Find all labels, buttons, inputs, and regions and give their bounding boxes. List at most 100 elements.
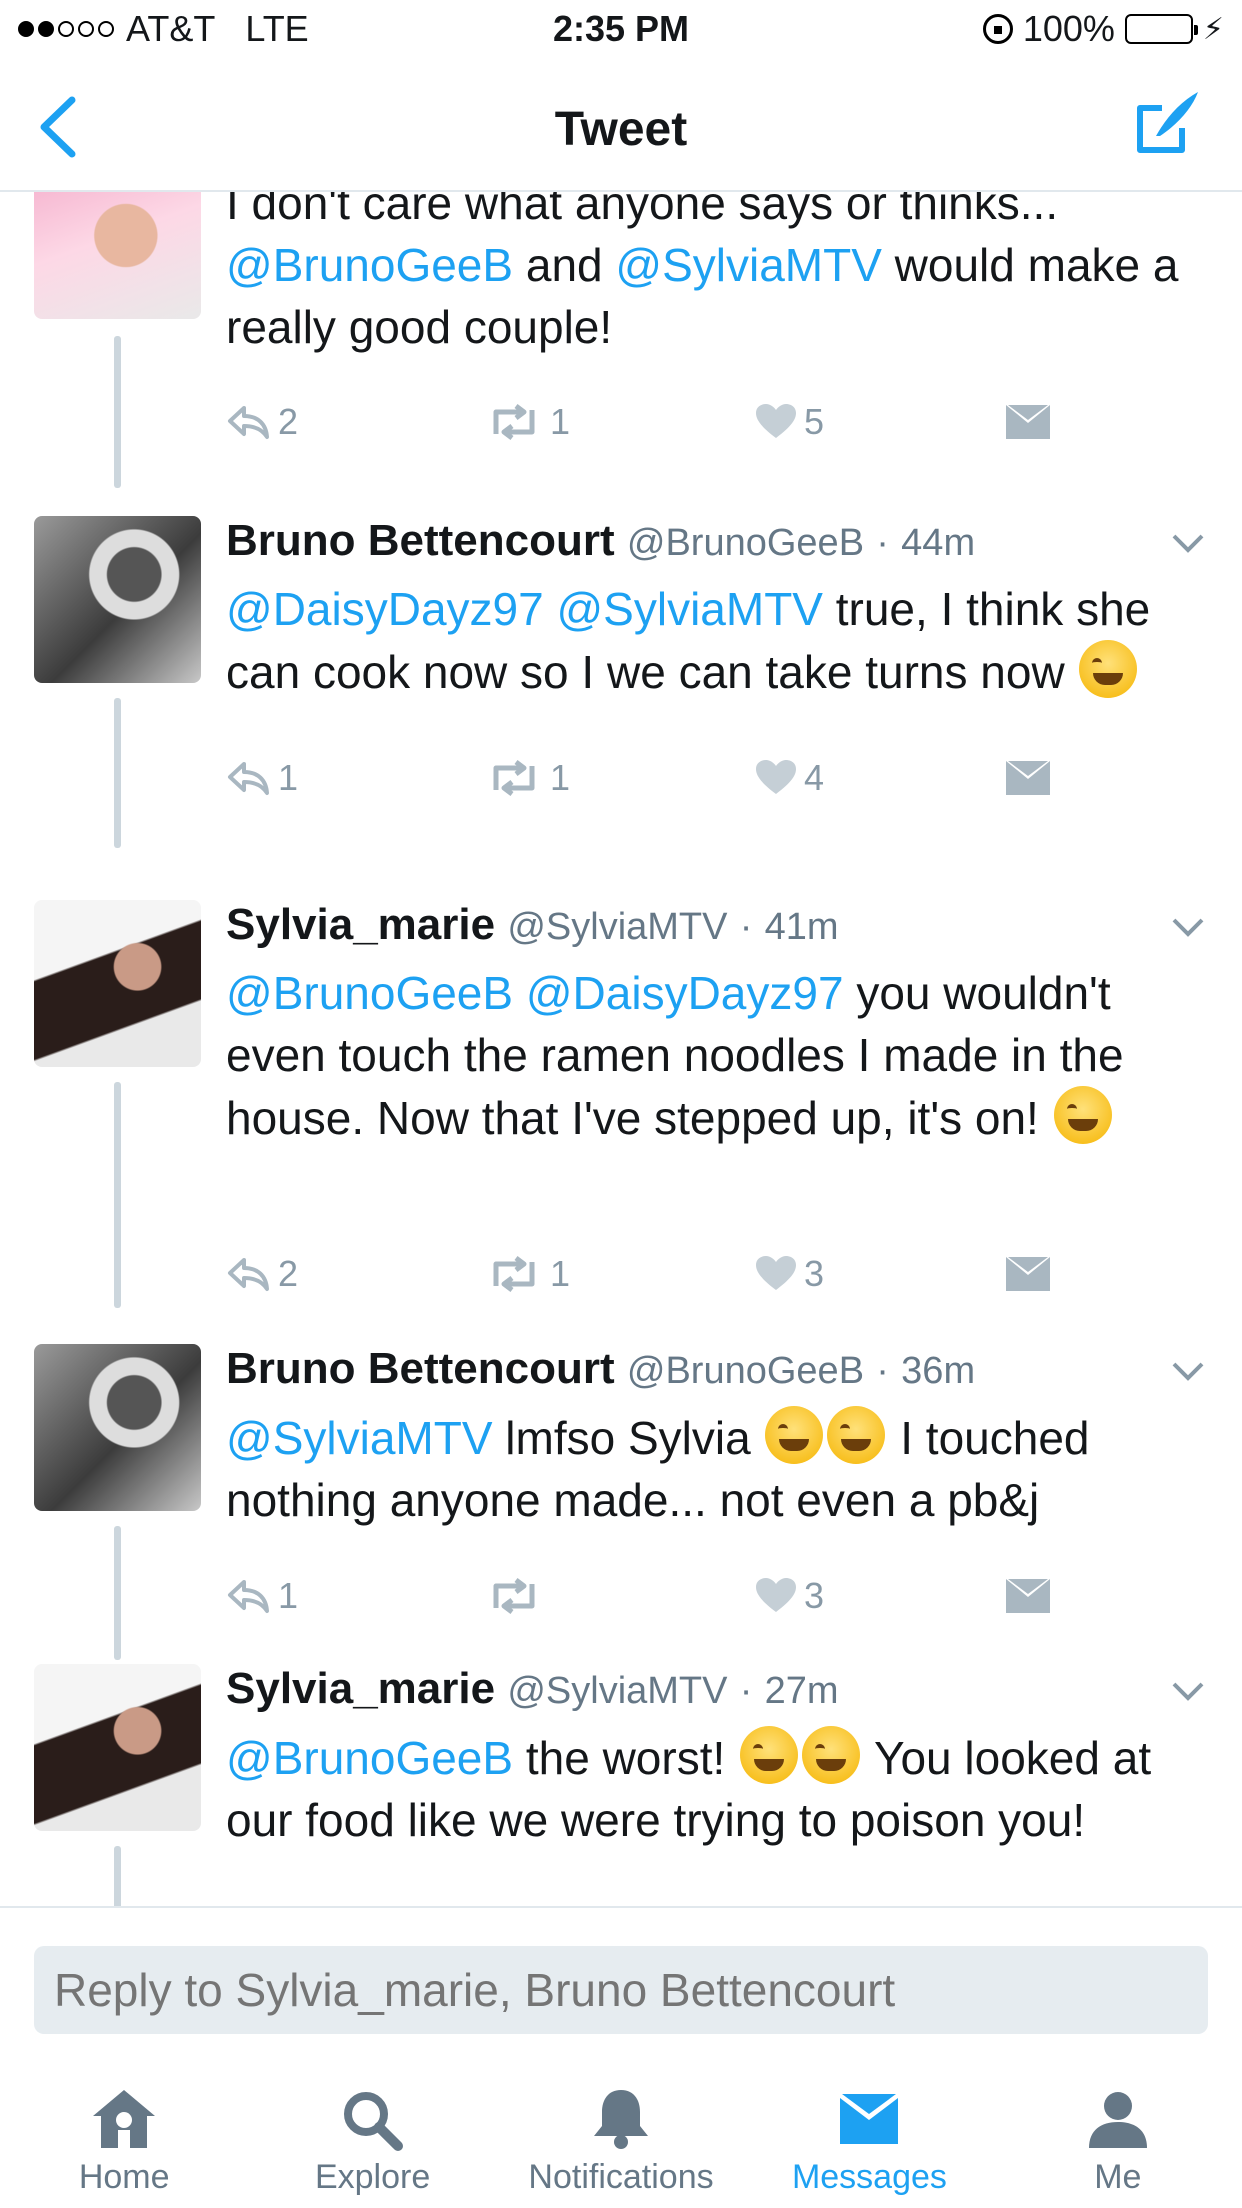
reply-button[interactable]: 2 (226, 1244, 298, 1304)
retweet-count: 1 (550, 757, 571, 798)
mention-link[interactable]: @SylviaMTV (226, 1412, 493, 1464)
like-button[interactable]: 5 (756, 392, 824, 452)
tab-me-label: Me (1094, 2158, 1142, 2196)
mention-link[interactable]: @DaisyDayz97 (526, 967, 844, 1019)
tab-notifications[interactable]: Notifications (497, 2060, 745, 2208)
mention-link[interactable]: @SylviaMTV (615, 239, 882, 291)
bell-icon (594, 2090, 649, 2149)
compose-tweet-button[interactable] (1132, 88, 1202, 158)
retweet-icon (493, 760, 535, 796)
reply-count: 2 (278, 1253, 299, 1294)
mention-link[interactable]: @DaisyDayz97 (226, 583, 544, 635)
author-name[interactable]: Bruno Bettencourt (226, 1344, 615, 1393)
tab-explore[interactable]: Explore (248, 2060, 496, 2208)
reply-button[interactable]: 2 (226, 392, 298, 452)
tears-of-joy-emoji-icon (827, 1406, 886, 1464)
tweet-item[interactable]: Sylvia_marie @SylviaMTV · 27m @BrunoGeeB… (0, 1664, 1242, 1906)
charging-icon: ⚡︎ (1202, 12, 1224, 46)
status-bar: AT&T LTE 2:35 PM 100% ⚡︎ (0, 0, 1242, 62)
mention-link[interactable]: @BrunoGeeB (226, 967, 513, 1019)
reply-button[interactable]: 1 (226, 748, 298, 808)
tweet-actions: 1 3 (226, 1566, 1086, 1626)
avatar[interactable] (34, 900, 201, 1067)
author-name[interactable]: Sylvia_marie (226, 1664, 495, 1713)
retweet-button[interactable]: 1 (486, 748, 570, 808)
tab-home-label: Home (78, 2158, 170, 2196)
avatar[interactable] (34, 1344, 201, 1511)
search-icon (343, 2092, 403, 2151)
tweet-item[interactable]: Bruno Bettencourt @BrunoGeeB · 44m @Dais… (0, 516, 1242, 856)
tweet-text: @BrunoGeeB the worst! You looked at our … (226, 1726, 1216, 1851)
thread-line (114, 336, 121, 488)
status-right: 100% ⚡︎ (982, 8, 1224, 50)
person-icon (1088, 2092, 1147, 2148)
reply-button[interactable]: 1 (226, 1566, 298, 1626)
author-handle[interactable]: @BrunoGeeB (627, 522, 864, 564)
chevron-down-icon[interactable] (1168, 1356, 1208, 1386)
like-count: 3 (804, 1253, 825, 1294)
envelope-icon (840, 2094, 899, 2144)
avatar[interactable] (34, 1664, 201, 1831)
tweet-text: @SylviaMTV lmfso Sylvia I touched nothin… (226, 1406, 1216, 1531)
timestamp: 27m (764, 1670, 839, 1712)
tab-messages-label: Messages (791, 2158, 947, 2196)
like-button[interactable]: 4 (756, 748, 824, 808)
tab-home[interactable]: Home (0, 2060, 248, 2208)
tweet-text: @DaisyDayz97 @SylviaMTV true, I think sh… (226, 583, 1151, 698)
tweet-item[interactable]: I don't care what anyone says or thinks.… (0, 192, 1242, 502)
tweet-text: @BrunoGeeB @DaisyDayz97 you wouldn't eve… (226, 967, 1124, 1144)
reply-count: 1 (278, 1575, 299, 1616)
retweet-icon (493, 404, 535, 440)
direct-message-button[interactable] (1006, 748, 1050, 808)
avatar[interactable] (34, 516, 201, 683)
heart-icon (756, 1578, 796, 1612)
avatar[interactable] (34, 192, 201, 319)
like-count: 3 (804, 1575, 825, 1616)
retweet-button[interactable]: 1 (486, 1244, 570, 1304)
author-name[interactable]: Bruno Bettencourt (226, 516, 615, 565)
thread-line (114, 698, 121, 848)
author-handle[interactable]: @SylviaMTV (507, 906, 727, 948)
tab-messages[interactable]: Messages (745, 2060, 993, 2208)
chevron-down-icon[interactable] (1168, 1676, 1208, 1706)
reply-icon (228, 1580, 269, 1613)
reply-input[interactable] (34, 1946, 1208, 2034)
compose-tweet-icon (1137, 92, 1198, 153)
direct-message-button[interactable] (1006, 392, 1050, 452)
reply-count: 2 (278, 401, 299, 442)
mention-link[interactable]: @BrunoGeeB (226, 239, 513, 291)
reply-icon (228, 762, 269, 795)
tweet-header: Bruno Bettencourt @BrunoGeeB · 36m (226, 1344, 975, 1394)
tab-me[interactable]: Me (994, 2060, 1242, 2208)
timestamp: 36m (901, 1350, 976, 1392)
tweet-item[interactable]: Sylvia_marie @SylviaMTV · 41m @BrunoGeeB… (0, 900, 1242, 1308)
reply-icon (228, 1258, 269, 1291)
reply-bar (0, 1906, 1242, 2034)
separator: · (739, 906, 753, 948)
like-button[interactable]: 3 (756, 1566, 824, 1626)
retweet-button[interactable] (486, 1566, 550, 1626)
direct-message-button[interactable] (1006, 1244, 1050, 1304)
mention-link[interactable]: @SylviaMTV (556, 583, 823, 635)
rotation-lock-icon (982, 14, 1013, 44)
author-handle[interactable]: @SylviaMTV (507, 1670, 727, 1712)
timestamp: 44m (901, 522, 976, 564)
thread-line (114, 1526, 121, 1660)
tweet-item[interactable]: Bruno Bettencourt @BrunoGeeB · 36m @Sylv… (0, 1344, 1242, 1660)
tears-of-joy-emoji-icon (802, 1726, 861, 1784)
mention-link[interactable]: @BrunoGeeB (226, 1732, 513, 1784)
tweet-thread[interactable]: I don't care what anyone says or thinks.… (0, 192, 1242, 1906)
direct-message-button[interactable] (1006, 1566, 1050, 1626)
separator: · (876, 522, 889, 564)
retweet-icon (493, 1256, 535, 1292)
battery-icon (1124, 14, 1198, 44)
heart-icon (756, 760, 796, 794)
author-name[interactable]: Sylvia_marie (226, 900, 495, 949)
like-count: 5 (804, 401, 825, 442)
tab-notifications-label: Notifications (528, 2158, 714, 2196)
chevron-down-icon[interactable] (1168, 912, 1208, 942)
author-handle[interactable]: @BrunoGeeB (627, 1350, 864, 1392)
like-button[interactable]: 3 (756, 1244, 824, 1304)
chevron-down-icon[interactable] (1168, 528, 1208, 558)
retweet-button[interactable]: 1 (486, 392, 570, 452)
